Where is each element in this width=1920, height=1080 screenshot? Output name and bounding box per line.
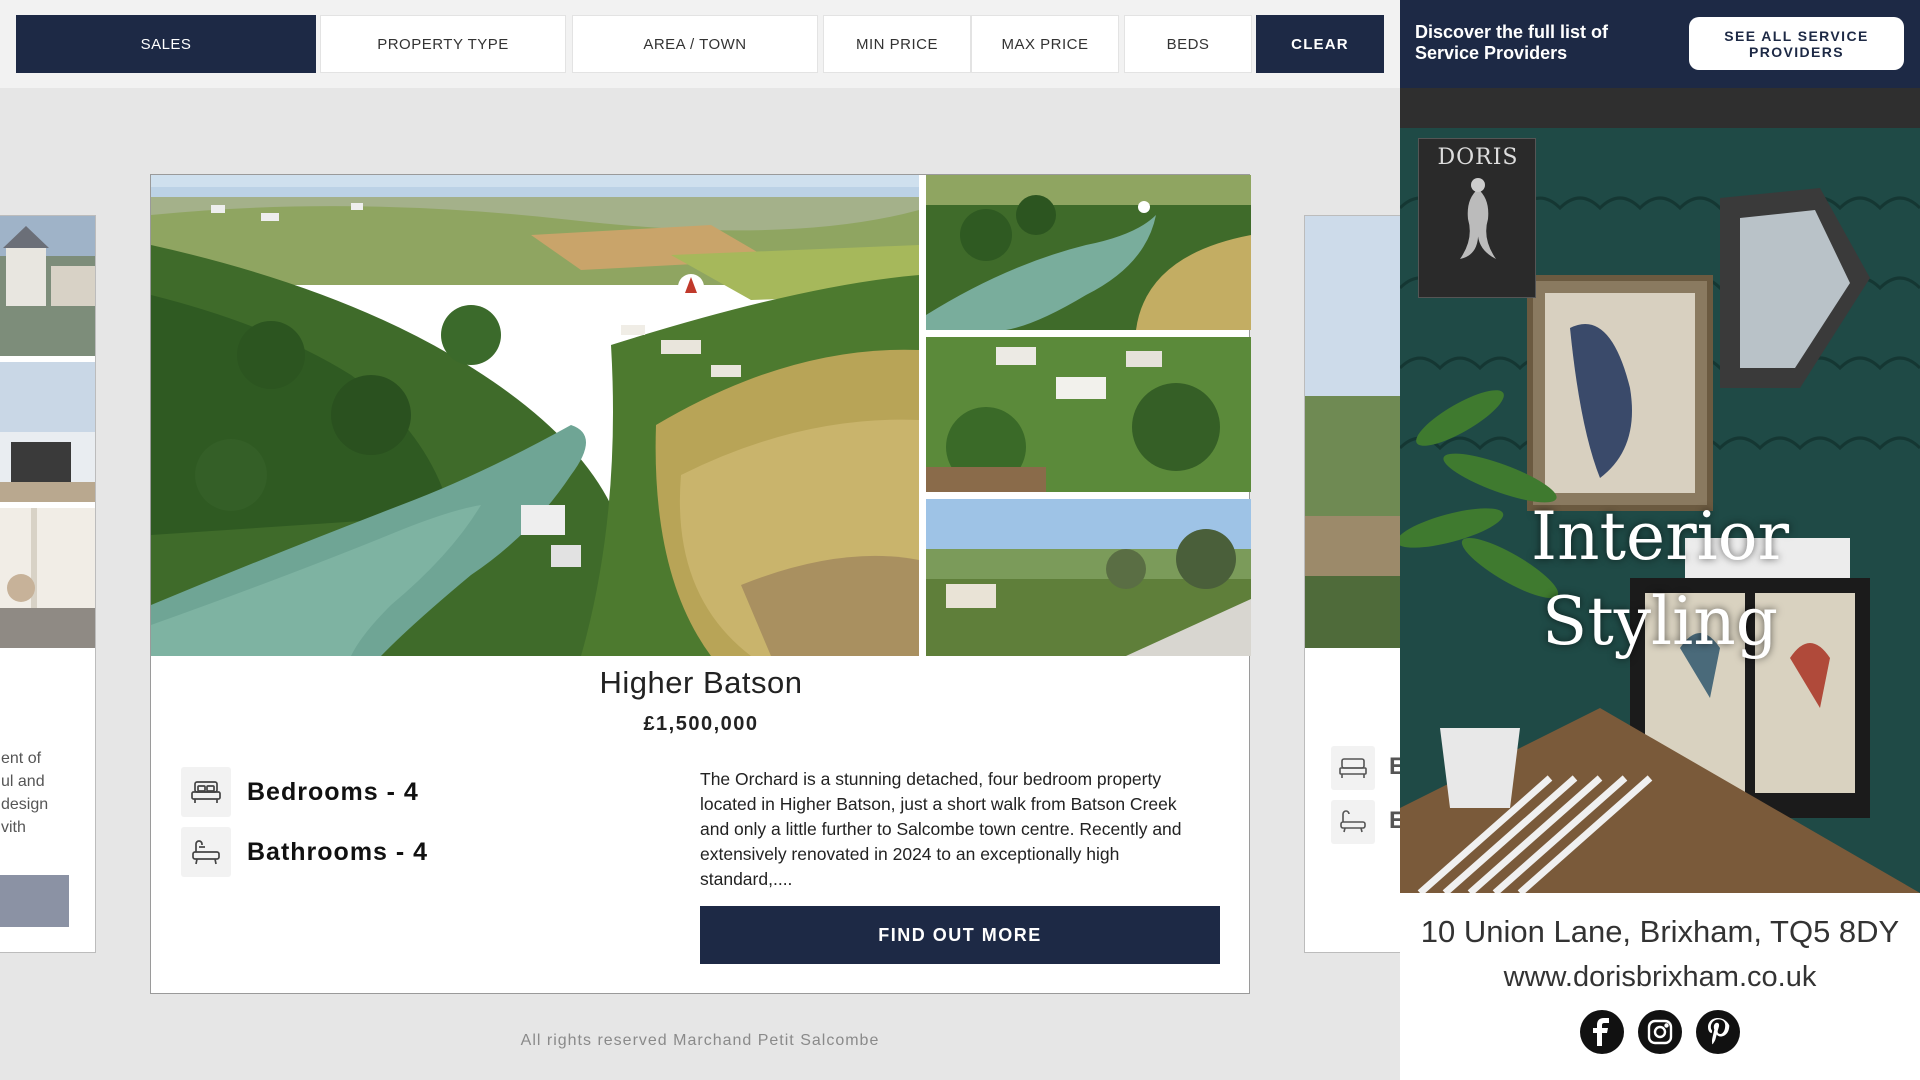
- doris-interior-advert-image[interactable]: DORIS Interior Styling: [1400, 88, 1920, 893]
- bathrooms-label: Bathrooms - 4: [247, 837, 429, 866]
- gallery-thumb-3[interactable]: [926, 499, 1251, 656]
- advert-website-link[interactable]: www.dorisbrixham.co.uk: [1400, 961, 1920, 994]
- bathrooms-feature: Bathrooms - 4: [181, 827, 428, 877]
- clear-button[interactable]: CLEAR: [1256, 15, 1384, 73]
- location-pin-icon: [678, 274, 704, 305]
- main-aerial-photo[interactable]: [151, 175, 919, 656]
- previous-property-button[interactable]: [0, 875, 69, 927]
- gallery-thumb-2[interactable]: [926, 337, 1251, 492]
- gallery-thumb-1[interactable]: [926, 175, 1251, 330]
- beds-filter[interactable]: BEDS: [1124, 15, 1252, 73]
- see-all-service-providers-button[interactable]: SEE ALL SERVICE PROVIDERS: [1689, 17, 1904, 70]
- property-gallery: [151, 175, 1251, 656]
- previous-property-photo-2: [0, 362, 95, 502]
- advert-column: Discover the full list of Service Provid…: [1400, 0, 1920, 1080]
- area-town-filter[interactable]: AREA / TOWN: [572, 15, 818, 73]
- bed-icon: [181, 767, 231, 817]
- property-description: The Orchard is a stunning detached, four…: [700, 769, 1182, 889]
- pinterest-icon[interactable]: [1696, 1010, 1740, 1054]
- next-property-photo: [1305, 216, 1403, 648]
- facebook-icon[interactable]: [1580, 1010, 1624, 1054]
- advert-heading-line2: Styling: [1542, 583, 1778, 660]
- previous-property-photo-1: [0, 216, 95, 356]
- property-price: £1,500,000: [643, 713, 759, 735]
- service-providers-banner: Discover the full list of Service Provid…: [1400, 0, 1920, 88]
- property-card: Higher Batson £1,500,000 Bedrooms - 4 Ba…: [150, 174, 1251, 994]
- min-price-filter[interactable]: MIN PRICE: [823, 15, 971, 73]
- property-type-filter[interactable]: PROPERTY TYPE: [320, 15, 566, 73]
- property-title[interactable]: Higher Batson: [151, 665, 1251, 701]
- advert-heading-line1: Interior: [1530, 498, 1790, 575]
- next-property-bath-icon: [1331, 800, 1375, 844]
- next-property-bed-icon: [1331, 746, 1375, 790]
- footer-copyright: All rights reserved Marchand Petit Salco…: [520, 1032, 880, 1049]
- previous-property-photo-3: [0, 508, 95, 648]
- next-property-card[interactable]: E E: [1304, 215, 1404, 953]
- bedrooms-feature: Bedrooms - 4: [181, 767, 419, 817]
- advert-address: 10 Union Lane, Brixham, TQ5 8DY: [1420, 914, 1900, 949]
- doris-logo: DORIS: [1418, 138, 1536, 298]
- bedrooms-label: Bedrooms - 4: [247, 777, 419, 806]
- filter-bar: SALES PROPERTY TYPE AREA / TOWN MIN PRIC…: [0, 0, 1400, 88]
- service-providers-text: Discover the full list of Service Provid…: [1415, 22, 1609, 63]
- bath-icon: [181, 827, 231, 877]
- previous-property-card[interactable]: ent of ul and design vith: [0, 215, 96, 953]
- previous-property-description: ent of ul and design vith: [1, 750, 49, 836]
- max-price-filter[interactable]: MAX PRICE: [971, 15, 1119, 73]
- instagram-icon[interactable]: [1638, 1010, 1682, 1054]
- find-out-more-button[interactable]: FIND OUT MORE: [700, 906, 1220, 964]
- sales-filter-button[interactable]: SALES: [16, 15, 316, 73]
